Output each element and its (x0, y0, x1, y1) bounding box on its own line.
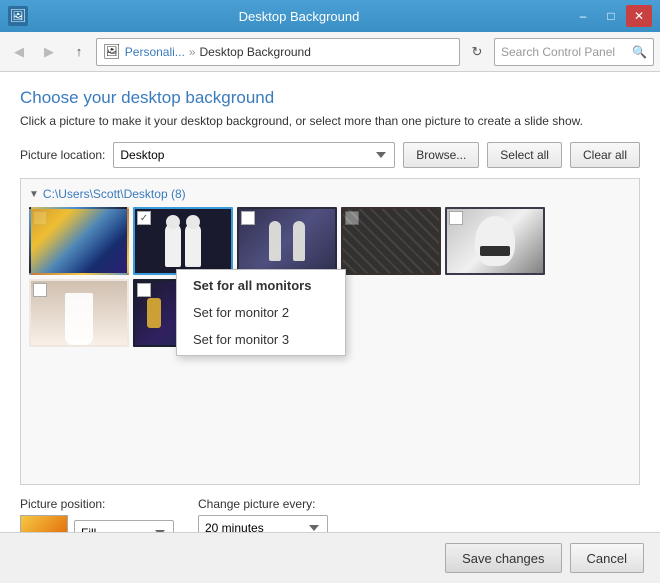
gallery-header: ▼ C:\Users\Scott\Desktop (8) (29, 187, 631, 201)
forward-button[interactable]: ▶ (36, 39, 62, 65)
gallery-path: C:\Users\Scott\Desktop (8) (43, 187, 186, 201)
thumbnail-3[interactable] (237, 207, 337, 275)
address-bar: 🖼 Personali... » Desktop Background (96, 38, 460, 66)
up-button[interactable]: ↑ (66, 39, 92, 65)
location-label: Picture location: (20, 148, 105, 162)
app-folder-icon: 🖼 (103, 43, 121, 60)
page-subtitle: Click a picture to make it your desktop … (20, 114, 640, 128)
close-button[interactable]: ✕ (626, 5, 652, 27)
window-title: Desktop Background (28, 9, 570, 24)
navigation-bar: ◀ ▶ ↑ 🖼 Personali... » Desktop Backgroun… (0, 32, 660, 72)
back-button[interactable]: ◀ (6, 39, 32, 65)
thumb-3-check (241, 211, 255, 225)
location-row: Picture location: Desktop Windows Deskto… (20, 142, 640, 168)
refresh-button[interactable]: ↻ (464, 39, 490, 65)
picture-position-label: Picture position: (20, 497, 174, 511)
thumb-6-check (33, 283, 47, 297)
minimize-button[interactable]: – (570, 5, 596, 27)
breadcrumb-separator: » (189, 45, 196, 59)
context-menu-item-monitor-3[interactable]: Set for monitor 3 (177, 326, 345, 353)
browse-button[interactable]: Browse... (403, 142, 479, 168)
select-all-button[interactable]: Select all (487, 142, 562, 168)
change-picture-label: Change picture every: (198, 497, 328, 511)
footer: Save changes Cancel (0, 532, 660, 583)
thumbnail-1[interactable] (29, 207, 129, 275)
context-menu-item-all-monitors[interactable]: Set for all monitors (177, 272, 345, 299)
gallery-area: ▼ C:\Users\Scott\Desktop (8) ✓ (20, 178, 640, 485)
breadcrumb-current: Desktop Background (200, 45, 311, 59)
location-select[interactable]: Desktop Windows Desktop Backgrounds Pict… (113, 142, 395, 168)
app-icon: 🖼 (8, 6, 28, 26)
search-placeholder-text: Search Control Panel (501, 45, 615, 59)
save-changes-button[interactable]: Save changes (445, 543, 561, 573)
page-title: Choose your desktop background (20, 88, 640, 108)
thumb-7-check (137, 283, 151, 297)
maximize-button[interactable]: □ (598, 5, 624, 27)
expand-icon: ▼ (29, 189, 39, 200)
title-bar: 🖼 Desktop Background – □ ✕ (0, 0, 660, 32)
thumbnail-6[interactable] (29, 279, 129, 347)
cancel-button[interactable]: Cancel (570, 543, 644, 573)
breadcrumb-root[interactable]: Personali... (125, 45, 185, 59)
context-menu: Set for all monitors Set for monitor 2 S… (176, 269, 346, 356)
clear-all-button[interactable]: Clear all (570, 142, 640, 168)
window-controls: – □ ✕ (570, 5, 652, 27)
main-content: Choose your desktop background Click a p… (0, 72, 660, 583)
thumb-5-check (449, 211, 463, 225)
thumb-2-check: ✓ (137, 211, 151, 225)
thumbnail-4[interactable] (341, 207, 441, 275)
thumbnail-2[interactable]: ✓ (133, 207, 233, 275)
context-menu-item-monitor-2[interactable]: Set for monitor 2 (177, 299, 345, 326)
search-bar[interactable]: Search Control Panel 🔍 (494, 38, 654, 66)
thumbnail-5[interactable] (445, 207, 545, 275)
search-icon: 🔍 (632, 45, 647, 59)
